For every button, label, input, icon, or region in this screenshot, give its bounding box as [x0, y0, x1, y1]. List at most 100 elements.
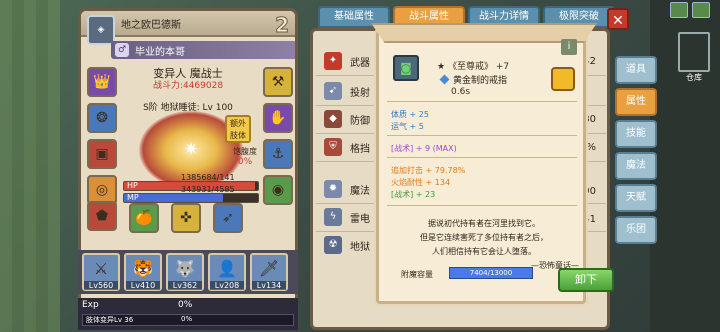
mp-bar: MP: [123, 193, 259, 203]
side-menu-item[interactable]: 道具: [615, 56, 657, 84]
exp-panel: Exp 0% 肢体变异Lv 36 0%: [78, 298, 298, 330]
item-stat-3: [战术] + 9 (MAX): [391, 144, 457, 153]
stat-icon: ◆: [324, 110, 342, 128]
stat-name: 魔法: [350, 185, 370, 197]
character-level-number: 2: [275, 13, 290, 38]
satiety-value: 0%: [237, 157, 253, 167]
equip-slot-pet[interactable]: 🍊: [129, 203, 159, 233]
hero-slot[interactable]: ⚔ Lv560: [82, 253, 120, 291]
item-stat-5: 火焰耐性 + 134: [391, 178, 451, 187]
hero-roster: ⚔ Lv560 🐯 Lv410 🐺 Lv362 👤 Lv208 🗡 Lv134: [78, 250, 298, 294]
equip-slot-weapon[interactable]: ⚒: [263, 67, 293, 97]
equip-slot-boots[interactable]: ⬟: [87, 201, 117, 231]
satiety-block: 饱腹度 0%: [225, 146, 265, 167]
equip-slot-armor[interactable]: ▣: [87, 139, 117, 169]
hero-level: Lv134: [252, 281, 286, 290]
equip-slot-anchor[interactable]: ⚓: [263, 139, 293, 169]
hero-slot[interactable]: 🗡 Lv134: [250, 253, 288, 291]
capacity-bar: 7404/13000: [449, 267, 533, 279]
item-name-text: 《至尊戒》: [447, 62, 493, 72]
item-stat-1: 体质 + 25: [391, 110, 429, 119]
side-menu-item[interactable]: 乐团: [615, 216, 657, 244]
divider: [387, 205, 577, 206]
gold-item-icon[interactable]: [551, 67, 575, 91]
item-subtype: 黄金制的戒指: [441, 73, 507, 86]
item-cooldown: 0.6s: [451, 87, 471, 97]
rank-badge-icon: ◈: [87, 15, 115, 45]
close-button[interactable]: ✕: [607, 8, 629, 30]
hero-level: Lv560: [84, 281, 118, 290]
side-menu-item[interactable]: 天赋: [615, 184, 657, 212]
capacity-label: 附魔容量: [401, 270, 433, 279]
unequip-button[interactable]: 卸下: [558, 268, 614, 292]
character-name: 毕业的本哥: [135, 46, 185, 58]
stat-name: 武器: [350, 57, 370, 69]
description-line: 但是它连续害死了多位持有者之后，: [420, 233, 548, 242]
side-menu-item[interactable]: 技能: [615, 120, 657, 148]
hp-label: HP: [127, 181, 138, 190]
hero-level: Lv410: [126, 281, 160, 290]
divider: [387, 157, 577, 158]
mp-value: 343931/4585: [181, 185, 235, 194]
status-icon-2[interactable]: [692, 2, 710, 18]
info-button[interactable]: i: [561, 39, 577, 55]
hero-portrait-icon: 🗡: [258, 259, 280, 278]
character-name-bar[interactable]: ♂ 毕业的本哥: [111, 41, 295, 59]
stat-icon: ✹: [324, 180, 342, 198]
ring-item-icon: ◙: [393, 55, 419, 81]
gender-icon: ♂: [115, 43, 129, 57]
limb-exp-label: 肢体变异Lv 36: [86, 316, 134, 324]
warehouse-label: 仓库: [686, 73, 702, 82]
item-detail-card: i ◙ ★ 《至尊戒》 +7 黄金制的戒指 0.6s 体质 + 25 运气 + …: [371, 23, 597, 304]
hero-level: Lv362: [168, 281, 202, 290]
divider: [387, 101, 577, 102]
stat-name: 格挡: [350, 143, 370, 155]
top-right-icons: [670, 2, 718, 20]
stat-name: 投射: [350, 87, 370, 99]
stat-name: 雷电: [350, 213, 370, 225]
equip-slot-ring[interactable]: ◉: [263, 175, 293, 205]
stat-icon: ✦: [324, 52, 342, 70]
side-menu-item[interactable]: 属性: [615, 88, 657, 116]
exp-percent: 0%: [178, 300, 193, 310]
hero-portrait-icon: 🐺: [175, 259, 195, 278]
stat-icon: ϟ: [324, 208, 342, 226]
item-stat-6: [战术] + 23: [391, 190, 436, 199]
world-map-strip: [0, 0, 60, 332]
description-line: 人们相信持有它会让人堕落。: [432, 247, 536, 256]
extra-limb-button[interactable]: 额外肢体: [225, 115, 251, 143]
satiety-label: 饱腹度: [233, 147, 257, 156]
status-icon-1[interactable]: [670, 2, 688, 18]
equip-slot-helmet[interactable]: 👑: [87, 67, 117, 97]
hero-slot[interactable]: 🐯 Lv410: [124, 253, 162, 291]
item-description: 据说初代持有者在河里找到它。 但是它连续害死了多位持有者之后， 人们相信持有它会让人…: [389, 217, 579, 273]
limb-exp-percent: 0%: [181, 315, 193, 323]
side-menu-item[interactable]: 魔法: [615, 152, 657, 180]
stat-icon: ☢: [324, 236, 342, 254]
warehouse-icon: [678, 32, 710, 72]
warehouse-button[interactable]: 仓库: [674, 32, 714, 83]
hero-portrait-icon: 👤: [217, 259, 237, 278]
stat-name: 防御: [350, 115, 370, 127]
hero-portrait-icon: ⚔: [93, 259, 109, 278]
equip-slot-shield[interactable]: ✜: [171, 203, 201, 233]
item-name: ★ 《至尊戒》 +7: [437, 62, 510, 72]
hero-portrait-icon: 🐯: [133, 259, 153, 278]
item-stat-4: 追加打击 + 79.78%: [391, 166, 466, 175]
stat-icon: ➹: [324, 82, 342, 100]
limb-exp-bar: 肢体变异Lv 36 0%: [82, 314, 294, 326]
description-line: 据说初代持有者在河里找到它。: [428, 219, 540, 228]
hp-value: 1385684/141: [181, 173, 235, 182]
item-stat-2: 运气 + 5: [391, 122, 424, 131]
item-plus: +7: [495, 62, 510, 72]
equip-slot-amulet[interactable]: ❂: [87, 103, 117, 133]
equip-slot-wing[interactable]: ➶: [213, 203, 243, 233]
hero-level: Lv208: [210, 281, 244, 290]
mp-label: MP: [127, 193, 139, 202]
exp-label: Exp: [82, 300, 99, 310]
stat-name: 地狱: [350, 241, 370, 253]
stat-icon: ⛨: [324, 138, 342, 156]
hero-slot[interactable]: 🐺 Lv362: [166, 253, 204, 291]
hero-slot[interactable]: 👤 Lv208: [208, 253, 246, 291]
equip-slot-gloves[interactable]: ✋: [263, 103, 293, 133]
